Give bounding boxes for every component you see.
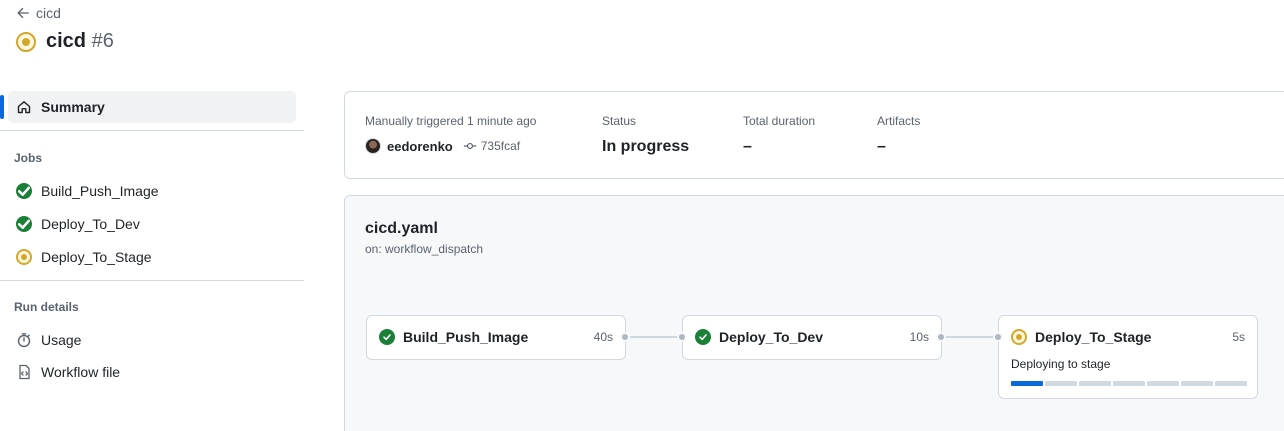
back-link-label: cicd — [36, 5, 61, 21]
check-circle-icon — [695, 329, 711, 345]
sidebar-item-deploy-to-stage[interactable]: Deploy_To_Stage — [0, 240, 304, 273]
sidebar-item-label: Summary — [41, 99, 105, 115]
avatar[interactable] — [365, 138, 381, 154]
in-progress-icon — [16, 248, 32, 265]
current-step: Deploying to stage — [1011, 357, 1111, 371]
actor-link[interactable]: eedorenko — [387, 139, 453, 154]
sidebar: Summary Jobs Build_Push_Image Deploy_To_… — [0, 91, 304, 388]
job-card-build-push-image[interactable]: Build_Push_Image 40s — [366, 315, 626, 360]
status-value: In progress — [602, 138, 690, 155]
status-info: Status In progress — [602, 114, 689, 156]
stopwatch-icon — [17, 332, 31, 347]
progress-segment — [1045, 381, 1077, 386]
connector-dot — [936, 332, 946, 342]
job-duration: 10s — [909, 330, 929, 344]
back-link[interactable]: cicd — [16, 5, 61, 21]
home-icon — [17, 101, 31, 114]
git-commit-icon — [463, 142, 476, 150]
job-card-deploy-to-stage[interactable]: Deploy_To_Stage 5s Deploying to stage — [998, 315, 1258, 399]
divider — [0, 130, 304, 131]
artifacts-label: Artifacts — [877, 114, 921, 128]
sidebar-item-label: Deploy_To_Stage — [41, 248, 152, 265]
sidebar-item-workflow-file[interactable]: Workflow file — [0, 355, 304, 388]
job-name: Build_Push_Image — [403, 329, 529, 345]
job-connector — [625, 336, 681, 338]
arrow-left-icon — [17, 7, 29, 19]
sidebar-item-label: Usage — [41, 331, 82, 348]
job-name: Deploy_To_Stage — [1035, 329, 1152, 345]
artifacts-info: Artifacts – — [877, 114, 920, 156]
progress-segment — [1215, 381, 1247, 386]
workflow-file-name: cicd.yaml — [365, 220, 438, 237]
sidebar-item-label: Deploy_To_Dev — [41, 215, 140, 232]
job-name: Deploy_To_Dev — [719, 329, 823, 345]
sidebar-item-build-push-image[interactable]: Build_Push_Image — [0, 174, 304, 207]
progress-segment — [1011, 381, 1043, 386]
jobs-heading: Jobs — [14, 151, 43, 165]
connector-dot — [677, 332, 687, 342]
status-label: Status — [602, 114, 637, 128]
job-connector — [941, 336, 997, 338]
artifacts-value: – — [877, 138, 886, 155]
duration-value: – — [743, 138, 752, 155]
run-summary-card: Manually triggered 1 minute ago eedorenk… — [344, 91, 1284, 179]
sidebar-item-deploy-to-dev[interactable]: Deploy_To_Dev — [0, 207, 304, 240]
progress-segment — [1181, 381, 1213, 386]
duration-info: Total duration – — [743, 114, 815, 156]
duration-label: Total duration — [743, 114, 816, 128]
page-title: cicd #6 — [16, 30, 114, 53]
file-code-icon — [19, 364, 30, 379]
sidebar-item-label: Build_Push_Image — [41, 182, 159, 199]
workflow-trigger: on: workflow_dispatch — [365, 242, 484, 256]
run-details-heading: Run details — [14, 300, 79, 314]
connector-dot — [620, 332, 630, 342]
job-card-deploy-to-dev[interactable]: Deploy_To_Dev 10s — [682, 315, 942, 360]
check-circle-icon — [379, 329, 395, 345]
sidebar-item-usage[interactable]: Usage — [0, 323, 304, 356]
sidebar-item-summary[interactable]: Summary — [0, 91, 296, 123]
in-progress-icon — [1011, 329, 1027, 345]
job-progress-bar — [1011, 381, 1247, 386]
commit-sha: 735fcaf — [480, 139, 521, 153]
job-duration: 5s — [1232, 330, 1245, 344]
workflow-graph: cicd.yaml on: workflow_dispatch Build_Pu… — [344, 195, 1284, 431]
check-circle-icon — [16, 182, 32, 199]
job-duration: 40s — [593, 330, 613, 344]
divider — [0, 280, 304, 281]
trigger-label: Manually triggered 1 minute ago — [365, 114, 537, 128]
check-circle-icon — [16, 215, 32, 232]
commit-link[interactable]: 735fcaf — [463, 139, 520, 153]
in-progress-icon — [16, 31, 36, 52]
progress-segment — [1147, 381, 1179, 386]
connector-dot — [993, 332, 1003, 342]
trigger-info: Manually triggered 1 minute ago eedorenk… — [365, 114, 536, 154]
sidebar-item-label: Workflow file — [41, 363, 121, 380]
run-name: cicd — [46, 30, 87, 52]
progress-segment — [1113, 381, 1145, 386]
run-number: #6 — [91, 30, 114, 52]
progress-segment — [1079, 381, 1111, 386]
